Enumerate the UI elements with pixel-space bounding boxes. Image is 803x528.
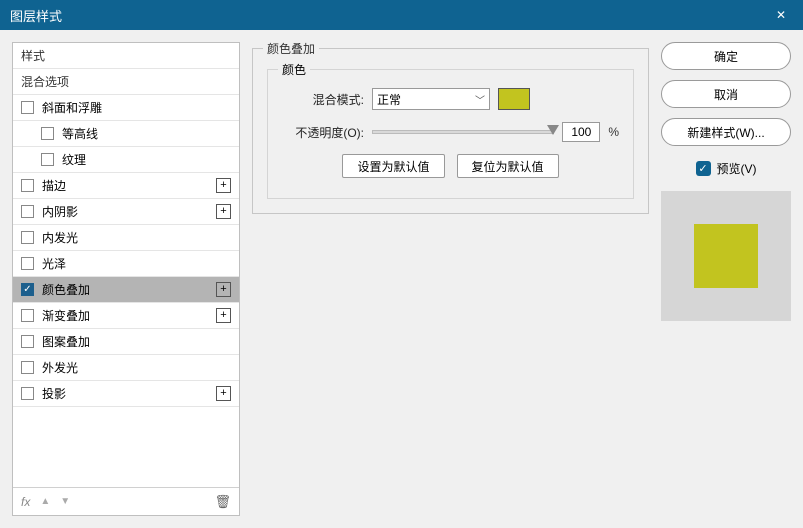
blend-mode-select[interactable]: 正常 ﹀ xyxy=(372,88,490,110)
style-item-5[interactable]: 内发光 xyxy=(13,225,239,251)
style-checkbox[interactable] xyxy=(21,101,34,114)
preview-toggle-row: 预览(V) xyxy=(661,160,791,177)
style-item-7[interactable]: 颜色叠加+ xyxy=(13,277,239,303)
close-icon: ✕ xyxy=(776,8,786,22)
expand-icon[interactable]: + xyxy=(216,178,231,193)
style-item-label: 纹理 xyxy=(62,151,231,168)
preview-box xyxy=(661,191,791,321)
style-item-label: 内阴影 xyxy=(42,203,216,220)
opacity-unit: % xyxy=(608,125,619,139)
preview-checkbox[interactable] xyxy=(696,161,711,176)
expand-icon[interactable]: + xyxy=(216,282,231,297)
style-item-6[interactable]: 光泽 xyxy=(13,251,239,277)
styles-header[interactable]: 样式 xyxy=(13,43,239,69)
move-down-icon[interactable]: ▼ xyxy=(60,496,70,507)
style-item-4[interactable]: 内阴影+ xyxy=(13,199,239,225)
new-style-button[interactable]: 新建样式(W)... xyxy=(661,118,791,146)
trash-icon[interactable]: 🗑 xyxy=(214,494,231,510)
preview-label: 预览(V) xyxy=(717,160,757,177)
style-checkbox[interactable] xyxy=(21,179,34,192)
cancel-button[interactable]: 取消 xyxy=(661,80,791,108)
style-checkbox[interactable] xyxy=(21,231,34,244)
settings-panel: 颜色叠加 颜色 混合模式: 正常 ﹀ 不透明度(O): xyxy=(252,42,649,516)
style-item-label: 图案叠加 xyxy=(42,333,231,350)
default-buttons-row: 设置为默认值 复位为默认值 xyxy=(282,154,619,178)
style-item-label: 描边 xyxy=(42,177,216,194)
opacity-input[interactable]: 100 xyxy=(562,122,600,142)
style-item-9[interactable]: 图案叠加 xyxy=(13,329,239,355)
chevron-down-icon: ﹀ xyxy=(475,92,485,107)
style-item-label: 颜色叠加 xyxy=(42,281,216,298)
style-checkbox[interactable] xyxy=(21,387,34,400)
style-item-3[interactable]: 描边+ xyxy=(13,173,239,199)
ok-button[interactable]: 确定 xyxy=(661,42,791,70)
slider-thumb-icon[interactable] xyxy=(547,125,559,135)
dialog-title: 图层样式 xyxy=(10,6,759,25)
color-legend: 颜色 xyxy=(278,61,310,78)
styles-footer: fx ▲ ▼ 🗑 xyxy=(13,487,239,515)
make-default-button[interactable]: 设置为默认值 xyxy=(342,154,444,178)
reset-default-button[interactable]: 复位为默认值 xyxy=(457,154,559,178)
style-item-label: 渐变叠加 xyxy=(42,307,216,324)
style-item-10[interactable]: 外发光 xyxy=(13,355,239,381)
color-overlay-group: 颜色叠加 颜色 混合模式: 正常 ﹀ 不透明度(O): xyxy=(252,48,649,214)
expand-icon[interactable]: + xyxy=(216,204,231,219)
style-checkbox[interactable] xyxy=(21,361,34,374)
style-item-label: 投影 xyxy=(42,385,216,402)
color-swatch[interactable] xyxy=(498,88,530,110)
style-item-label: 等高线 xyxy=(62,125,231,142)
blend-mode-label: 混合模式: xyxy=(282,91,364,108)
style-item-2[interactable]: 纹理 xyxy=(13,147,239,173)
style-item-1[interactable]: 等高线 xyxy=(13,121,239,147)
style-item-label: 外发光 xyxy=(42,359,231,376)
group-title: 颜色叠加 xyxy=(263,40,319,57)
preview-swatch xyxy=(694,224,758,288)
blend-options-header[interactable]: 混合选项 xyxy=(13,69,239,95)
color-group: 颜色 混合模式: 正常 ﹀ 不透明度(O): xyxy=(267,69,634,199)
style-checkbox[interactable] xyxy=(41,153,54,166)
styles-list: 样式 混合选项 斜面和浮雕等高线纹理描边+内阴影+内发光光泽颜色叠加+渐变叠加+… xyxy=(13,43,239,487)
style-checkbox[interactable] xyxy=(21,205,34,218)
expand-icon[interactable]: + xyxy=(216,386,231,401)
close-button[interactable]: ✕ xyxy=(759,0,803,30)
titlebar: 图层样式 ✕ xyxy=(0,0,803,30)
blend-mode-value: 正常 xyxy=(377,91,401,108)
layer-style-dialog: 图层样式 ✕ 样式 混合选项 斜面和浮雕等高线纹理描边+内阴影+内发光光泽颜色叠… xyxy=(0,0,803,528)
style-checkbox[interactable] xyxy=(21,257,34,270)
style-checkbox[interactable] xyxy=(21,309,34,322)
opacity-label: 不透明度(O): xyxy=(282,124,364,141)
style-item-11[interactable]: 投影+ xyxy=(13,381,239,407)
opacity-slider[interactable] xyxy=(372,130,554,134)
style-item-label: 斜面和浮雕 xyxy=(42,99,231,116)
move-up-icon[interactable]: ▲ xyxy=(40,496,50,507)
expand-icon[interactable]: + xyxy=(216,308,231,323)
dialog-body: 样式 混合选项 斜面和浮雕等高线纹理描边+内阴影+内发光光泽颜色叠加+渐变叠加+… xyxy=(0,30,803,528)
opacity-row: 不透明度(O): 100 % xyxy=(282,122,619,142)
style-checkbox[interactable] xyxy=(21,335,34,348)
style-checkbox[interactable] xyxy=(41,127,54,140)
style-item-label: 光泽 xyxy=(42,255,231,272)
style-item-0[interactable]: 斜面和浮雕 xyxy=(13,95,239,121)
action-panel: 确定 取消 新建样式(W)... 预览(V) xyxy=(661,42,791,516)
fx-icon[interactable]: fx xyxy=(21,495,30,509)
style-item-label: 内发光 xyxy=(42,229,231,246)
blend-mode-row: 混合模式: 正常 ﹀ xyxy=(282,88,619,110)
styles-panel: 样式 混合选项 斜面和浮雕等高线纹理描边+内阴影+内发光光泽颜色叠加+渐变叠加+… xyxy=(12,42,240,516)
style-item-8[interactable]: 渐变叠加+ xyxy=(13,303,239,329)
style-checkbox[interactable] xyxy=(21,283,34,296)
